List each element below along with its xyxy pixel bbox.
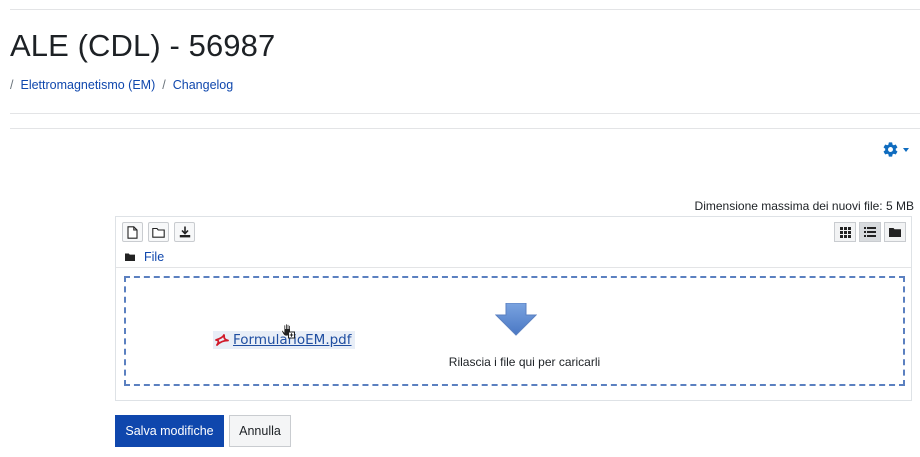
- list-icon: [864, 227, 876, 237]
- add-file-button[interactable]: [122, 222, 143, 242]
- max-file-size-value: 5 MB: [885, 199, 914, 213]
- view-list-button[interactable]: [859, 222, 881, 242]
- breadcrumb-separator: /: [10, 78, 14, 92]
- folder-icon: [152, 227, 165, 238]
- view-icons-button[interactable]: [834, 222, 856, 242]
- grid-icon: [839, 226, 851, 238]
- file-manager-toolbar: File: [116, 217, 911, 267]
- gear-icon: [883, 142, 898, 157]
- max-file-size-label: Dimensione massima dei nuovi file:: [694, 199, 883, 213]
- content-divider: [10, 128, 920, 129]
- max-file-size: Dimensione massima dei nuovi file: 5 MB: [695, 199, 914, 213]
- chevron-down-icon: [903, 147, 909, 152]
- view-tree-button[interactable]: [884, 222, 906, 242]
- file-manager: File Rilascia i file qui per caricarli: [115, 216, 912, 401]
- path-item-root[interactable]: File: [144, 250, 164, 264]
- new-file-icon: [127, 225, 138, 239]
- header-divider: [10, 113, 920, 114]
- drop-hint: Rilascia i file qui per caricarli: [448, 355, 601, 369]
- cancel-button[interactable]: Annulla: [229, 415, 291, 447]
- download-all-button[interactable]: [174, 222, 195, 242]
- toolbar-divider: [116, 267, 911, 268]
- breadcrumb-separator: /: [162, 78, 166, 92]
- folder-icon: [889, 228, 901, 237]
- drag-cursor-icon: [281, 323, 295, 339]
- arrow-down-icon: [495, 303, 537, 336]
- top-divider: [10, 9, 920, 10]
- download-icon: [179, 226, 190, 238]
- breadcrumb: / Elettromagnetismo (EM) / Changelog: [10, 78, 233, 92]
- page-title: ALE (CDL) - 56987: [10, 28, 276, 63]
- create-folder-button[interactable]: [148, 222, 169, 242]
- breadcrumb-item-changelog[interactable]: Changelog: [173, 78, 233, 92]
- breadcrumb-item-course[interactable]: Elettromagnetismo (EM): [20, 78, 155, 92]
- settings-menu-button[interactable]: [882, 141, 909, 158]
- save-changes-button[interactable]: Salva modifiche: [115, 415, 224, 447]
- folder-icon: [125, 253, 135, 261]
- pdf-icon: [215, 334, 229, 346]
- file-path: File: [125, 250, 164, 264]
